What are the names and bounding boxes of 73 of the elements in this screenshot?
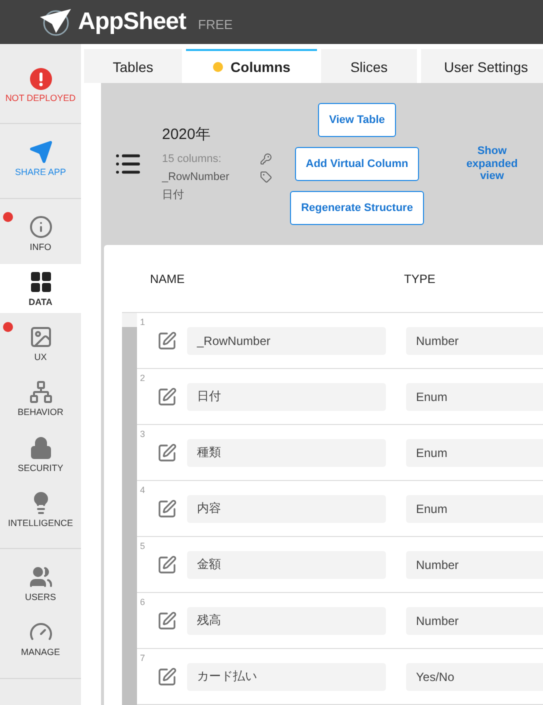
edit-icon[interactable] <box>157 386 177 406</box>
sidebar-label: DATA <box>28 296 52 308</box>
sidebar-label: BEHAVIOR <box>18 407 64 418</box>
sidebar-label: INTELLIGENCE <box>8 518 74 529</box>
sidebar-label: UX <box>34 352 47 364</box>
sidebar-label: NOT DEPLOYED <box>5 93 76 104</box>
name-field[interactable]: 金額 <box>187 550 386 578</box>
row-number: 3 <box>140 429 146 439</box>
key-column: _RowNumber <box>162 170 230 182</box>
action-button[interactable]: Add Virtual Column <box>294 147 420 181</box>
type-select[interactable]: Enum <box>406 494 543 522</box>
edit-icon[interactable] <box>157 442 177 462</box>
row-number: 1 <box>140 317 146 327</box>
row-number: 7 <box>140 653 146 663</box>
scrollbar[interactable] <box>122 313 137 705</box>
name-field[interactable]: 内容 <box>187 494 386 522</box>
type-select[interactable]: Number <box>406 550 543 578</box>
sidebar-label: USERS <box>24 592 56 604</box>
sidebar-item[interactable]: SECURITY <box>0 430 81 479</box>
users-icon <box>28 565 52 589</box>
name-field[interactable]: 種類 <box>187 438 386 466</box>
edit-icon[interactable] <box>157 610 177 630</box>
type-select[interactable]: Enum <box>406 438 543 466</box>
paper-plane-icon <box>28 140 52 164</box>
lock-icon <box>28 436 52 460</box>
edit-icon[interactable] <box>157 330 177 350</box>
label-column: 日付 <box>162 187 184 202</box>
tab[interactable]: Slices <box>321 49 417 83</box>
edit-icon[interactable] <box>157 554 177 574</box>
name-field[interactable]: 日付 <box>187 382 386 410</box>
sidebar-label: SECURITY <box>18 462 64 474</box>
type-select[interactable]: Number <box>406 326 543 354</box>
row-number: 4 <box>140 485 146 495</box>
sidebar-label: MANAGE <box>20 647 60 658</box>
tab[interactable]: Tables <box>84 49 182 83</box>
type-select[interactable]: Enum <box>406 382 543 410</box>
name-field[interactable]: _RowNumber <box>187 326 386 354</box>
table-title: 2020年 <box>162 124 212 144</box>
grid-icon <box>28 270 52 294</box>
column-header: NAME <box>150 272 186 286</box>
sidebar-label: SHARE APP <box>14 167 66 178</box>
type-select[interactable]: Yes/No <box>406 662 543 690</box>
sidebar-item[interactable]: DATA <box>0 264 81 313</box>
edit-icon[interactable] <box>157 666 177 686</box>
logo-icon <box>38 7 72 37</box>
sidebar-item[interactable]: INTELLIGENCE <box>0 484 81 534</box>
row-number: 2 <box>140 373 146 383</box>
app-logo-text: AppSheet <box>78 8 186 36</box>
sidebar-item[interactable]: INFO <box>0 208 81 258</box>
sidebar-label: INFO <box>30 242 52 253</box>
sidebar-item[interactable]: NOT DEPLOYED <box>0 62 81 110</box>
alert-icon <box>30 68 52 90</box>
type-select[interactable]: Number <box>406 606 543 634</box>
key-icon <box>260 152 272 164</box>
action-button[interactable]: View Table <box>318 103 396 137</box>
sidebar-item[interactable]: UX <box>0 319 81 368</box>
name-field[interactable]: 残高 <box>187 606 386 634</box>
image-icon <box>28 325 52 349</box>
sidebar-item[interactable]: BEHAVIOR <box>0 374 81 424</box>
name-field[interactable]: カード払い <box>187 662 386 690</box>
column-header: TYPE <box>404 272 436 286</box>
tab[interactable]: User Settings <box>421 49 543 83</box>
row-number: 5 <box>140 541 146 551</box>
column-count: 15 columns: <box>162 152 222 164</box>
tag-icon <box>260 170 272 182</box>
hierarchy-icon <box>28 380 52 404</box>
plan-label: FREE <box>198 16 233 32</box>
sidebar-item[interactable]: MANAGE <box>0 614 81 664</box>
action-button[interactable]: Regenerate Structure <box>290 191 424 225</box>
sidebar-item[interactable]: USERS <box>0 559 81 608</box>
info-icon <box>28 214 52 238</box>
edit-icon[interactable] <box>157 498 177 518</box>
row-number: 6 <box>140 597 146 607</box>
